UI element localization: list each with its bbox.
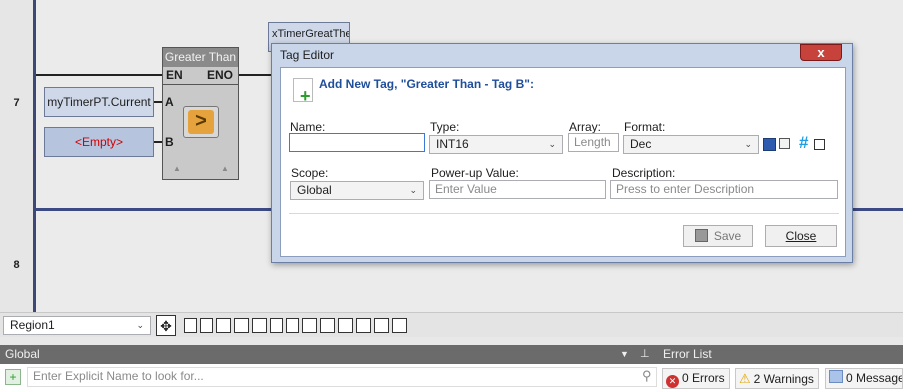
- crosshair-icon[interactable]: ✥: [156, 315, 176, 336]
- coil-set-icon[interactable]: [302, 318, 317, 333]
- rung-label-7[interactable]: 7: [0, 77, 33, 129]
- new-tag-icon: +: [293, 78, 313, 105]
- hash-checkbox[interactable]: [814, 139, 825, 150]
- triangle-right-icon: ▲: [221, 164, 229, 173]
- warning-icon: ⚠: [739, 371, 751, 386]
- message-icon: [829, 370, 843, 383]
- coil-p-icon[interactable]: [356, 318, 371, 333]
- error-list-panel: Error List ✕ 0 Errors ⚠ 2 Warnings 0 Messa…: [658, 345, 903, 392]
- coil-x-icon[interactable]: [338, 318, 353, 333]
- dialog-close-button[interactable]: x: [800, 44, 842, 61]
- name-input[interactable]: [289, 133, 425, 152]
- pin-en: EN: [166, 68, 183, 82]
- type-label: Type:: [430, 120, 460, 134]
- block-divider: [163, 84, 238, 85]
- greater-than-block[interactable]: Greater Than EN ENO A B > ▲ ▲: [162, 47, 239, 180]
- rung-wire: [36, 74, 164, 76]
- ladder-toolbar: Region1 ⌄ ✥: [0, 312, 903, 337]
- hash-icon: #: [799, 133, 809, 152]
- chevron-down-icon: ⌄: [136, 320, 144, 330]
- contact-no-icon[interactable]: [184, 318, 197, 333]
- save-button[interactable]: Save: [683, 225, 753, 247]
- pin-icon[interactable]: ⊥: [640, 345, 650, 364]
- dialog-header: Add New Tag, "Greater Than - Tag B":: [319, 77, 534, 91]
- greater-than-icon: >: [188, 110, 214, 134]
- error-icon: ✕: [666, 375, 679, 388]
- scope-label: Scope:: [291, 166, 329, 180]
- rung-wire-out: [238, 74, 272, 76]
- left-power-rail: [33, 0, 36, 312]
- coil-reset-icon[interactable]: [320, 318, 335, 333]
- error-panel-header: Error List: [658, 345, 903, 364]
- floppy-disk-icon: [694, 229, 708, 242]
- global-panel-header: Global ▼ ⊥: [0, 345, 658, 364]
- close-button[interactable]: Close: [765, 225, 837, 247]
- chevron-down-icon: ⌄: [409, 185, 417, 195]
- coil-not-icon[interactable]: [286, 318, 299, 333]
- global-panel: Global ▼ ⊥ + Enter Explicit Name to look…: [0, 345, 658, 392]
- checkbox-format[interactable]: [779, 138, 790, 149]
- pin-b: B: [165, 135, 174, 149]
- messages-filter[interactable]: 0 Messages: [825, 368, 903, 389]
- rung-label-7-tail: [0, 129, 33, 210]
- region-value: Region1: [10, 318, 55, 332]
- scope-value: Global: [297, 183, 332, 197]
- type-value: INT16: [436, 137, 469, 151]
- save-format-icon[interactable]: [763, 138, 776, 151]
- chevron-down-icon: ⌄: [744, 139, 752, 149]
- tag-editor-dialog: Tag Editor x + Add New Tag, "Greater Tha…: [271, 43, 853, 263]
- coil-r-icon[interactable]: [392, 318, 407, 333]
- instruction-palette: [184, 318, 434, 333]
- search-icon[interactable]: ⚲: [642, 368, 652, 384]
- contact-n-icon[interactable]: [234, 318, 249, 333]
- array-label: Array:: [569, 120, 602, 134]
- add-tag-icon[interactable]: +: [5, 369, 21, 385]
- pin-a: A: [165, 95, 174, 109]
- dialog-divider: [289, 213, 839, 214]
- global-panel-title: Global: [5, 347, 40, 361]
- coil-icon[interactable]: [270, 318, 283, 333]
- errors-filter[interactable]: ✕ 0 Errors: [662, 368, 730, 389]
- dialog-body: + Add New Tag, "Greater Than - Tag B": N…: [280, 67, 846, 257]
- warnings-count: 2 Warnings: [753, 372, 814, 386]
- triangle-left-icon: ▲: [173, 164, 181, 173]
- description-label: Description:: [612, 166, 676, 180]
- description-input[interactable]: Press to enter Description: [610, 180, 838, 199]
- contact-pn-icon[interactable]: [252, 318, 267, 333]
- array-length-input[interactable]: Length: [568, 133, 619, 152]
- format-value: Dec: [630, 137, 652, 151]
- format-label: Format:: [624, 120, 666, 134]
- warnings-filter[interactable]: ⚠ 2 Warnings: [735, 368, 819, 389]
- variable-b-empty[interactable]: <Empty>: [44, 127, 154, 157]
- contact-p-icon[interactable]: [216, 318, 231, 333]
- global-search-input[interactable]: Enter Explicit Name to look for...: [27, 367, 657, 387]
- block-title: Greater Than: [163, 48, 238, 67]
- region-select[interactable]: Region1 ⌄: [3, 316, 151, 335]
- compare-button[interactable]: >: [183, 106, 219, 138]
- powerup-input[interactable]: Enter Value: [429, 180, 606, 199]
- contact-nc-icon[interactable]: [200, 318, 213, 333]
- messages-count: 0 Messages: [846, 371, 902, 385]
- errors-count: 0 Errors: [682, 371, 725, 385]
- type-select[interactable]: INT16 ⌄: [429, 135, 563, 154]
- rung-label-8[interactable]: 8: [0, 210, 33, 312]
- dialog-title: Tag Editor: [280, 48, 335, 62]
- chevron-down-icon: ⌄: [548, 139, 556, 149]
- scope-select[interactable]: Global ⌄: [290, 181, 424, 200]
- name-label: Name:: [290, 120, 326, 134]
- save-label: Save: [713, 229, 742, 243]
- chevron-down-icon[interactable]: ▼: [620, 345, 629, 364]
- coil-n-icon[interactable]: [374, 318, 389, 333]
- variable-a[interactable]: myTimerPT.Current: [44, 87, 154, 117]
- powerup-label: Power-up Value:: [431, 166, 519, 180]
- global-search-bar: + Enter Explicit Name to look for... ⚲: [0, 365, 658, 392]
- format-select[interactable]: Dec ⌄: [623, 135, 759, 154]
- pin-eno: ENO: [207, 68, 234, 82]
- rung-label-6-tail: [0, 0, 33, 77]
- error-summary-bar: ✕0 Errors ⚠2 Warnings 0 Messages: [658, 365, 903, 392]
